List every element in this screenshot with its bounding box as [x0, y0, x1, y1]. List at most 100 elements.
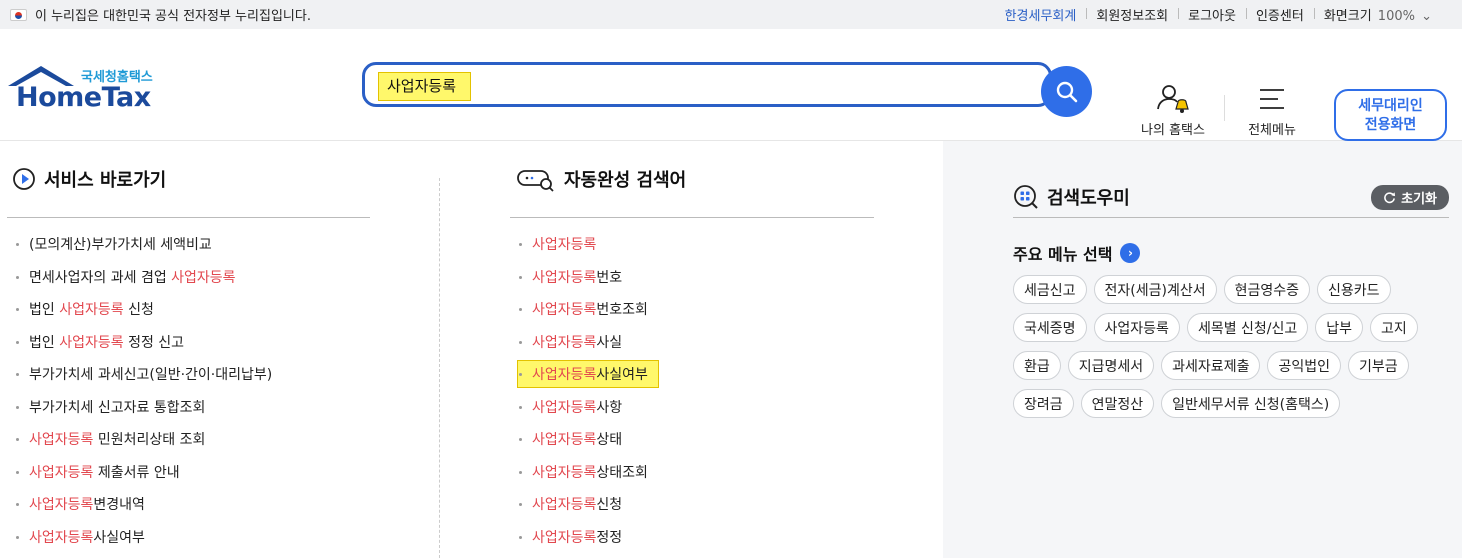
agent-label-line1: 세무대리인 [1358, 98, 1423, 114]
shortcut-text: 신청 [123, 302, 154, 319]
autocomplete-list: 사업자등록 사업자등록 번호 사업자등록 번호조회 사업자등록 사실 사업자등록 사실여부 사업자… [510, 218, 874, 553]
search-helper-title: 검색도우미 [1047, 188, 1130, 209]
link-cert-center[interactable]: 인증센터 [1245, 5, 1314, 24]
shortcut-text: 변경내역 [93, 497, 145, 514]
gov-notice-bar: 이 누리집은 대한민국 공식 전자정부 누리집입니다. 한경세무회계 회원정보조… [0, 0, 1462, 29]
keyword-highlight: 사업자등록 [532, 432, 597, 449]
shortcut-text: 민원처리상태 조회 [93, 432, 206, 449]
header-divider [1224, 95, 1225, 121]
menu-chip[interactable]: 고지 [1370, 313, 1418, 342]
site-header: 국세청홈택스 HomeTax 사업자등록 나의 홈택스 전체메뉴 세무대리인 전… [0, 29, 1462, 141]
shortcut-item[interactable]: 사업자등록 변경내역 [7, 488, 370, 521]
shortcut-text: 정정 신고 [123, 334, 185, 351]
autocomplete-item[interactable]: 사업자등록 상태 [510, 423, 874, 456]
major-menu-heading: 주요 메뉴 선택 › [1013, 241, 1141, 265]
autocomplete-item[interactable]: 사업자등록 사실여부 [510, 358, 874, 391]
reset-label: 초기화 [1401, 190, 1437, 206]
agent-label-line2: 전용화면 [1364, 117, 1417, 133]
search-button[interactable] [1041, 66, 1092, 117]
autocomplete-search-icon [517, 170, 554, 192]
all-menu-button[interactable]: 전체메뉴 [1240, 87, 1304, 138]
shortcut-text: 법인 [29, 334, 60, 351]
gov-notice-text: 이 누리집은 대한민국 공식 전자정부 누리집입니다. [35, 9, 311, 24]
autocomplete-item[interactable]: 사업자등록 상태조회 [510, 456, 874, 489]
refresh-icon [1384, 191, 1396, 203]
menu-chip[interactable]: 연말정산 [1080, 389, 1155, 418]
keyword-highlight: 사업자등록 [532, 399, 597, 416]
menu-chip[interactable]: 납부 [1315, 313, 1364, 342]
search-helper-panel: 검색도우미 초기화 주요 메뉴 선택 › 세금신고 전자(세금)계산서 현금영수증 신… [943, 141, 1462, 558]
tax-agent-screen-button[interactable]: 세무대리인 전용화면 [1334, 89, 1447, 141]
keyword-highlight: 사업자등록 [532, 269, 597, 286]
autocomplete-suffix: 번호 [596, 269, 623, 286]
autocomplete-title: 자동완성 검색어 [564, 170, 687, 191]
shortcut-item[interactable]: 법인 사업자등록 신청 [7, 293, 370, 326]
shortcut-item[interactable]: 사업자등록 민원처리상태 조회 [7, 423, 370, 456]
keyword-highlight: 사업자등록 [171, 269, 236, 286]
keyword-highlight: 사업자등록 [532, 334, 597, 351]
autocomplete-item[interactable]: 사업자등록 정정 [510, 521, 874, 554]
search-input[interactable]: 사업자등록 [362, 62, 1052, 107]
shortcut-text: 면세사업자의 과세 겸업 [29, 269, 172, 286]
shortcut-text: 법인 [29, 302, 60, 319]
shortcut-item[interactable]: 면세사업자의 과세 겸업 사업자등록 [7, 261, 370, 294]
keyword-highlight: 사업자등록 [59, 302, 124, 319]
autocomplete-suffix: 사실여부 [596, 367, 648, 384]
keyword-highlight: 사업자등록 [532, 464, 597, 481]
user-bell-icon [1157, 85, 1189, 113]
link-member-info[interactable]: 회원정보조회 [1086, 5, 1178, 24]
shortcut-item[interactable]: 부가가치세 신고자료 통합조회 [7, 391, 370, 424]
shortcut-text: (모의계산)부가가치세 세액비교 [29, 237, 212, 254]
shortcut-item[interactable]: 법인 사업자등록 정정 신고 [7, 326, 370, 359]
keyword-highlight: 사업자등록 [532, 302, 597, 319]
shortcut-text: 제출서류 안내 [93, 464, 180, 481]
menu-chip[interactable]: 현금영수증 [1223, 275, 1311, 304]
link-screen-size[interactable]: 화면크기 100% ⌄ [1313, 5, 1442, 24]
menu-chip[interactable]: 사업자등록 [1093, 313, 1180, 342]
menu-chip[interactable]: 과세자료제출 [1161, 351, 1261, 380]
menu-chip[interactable]: 국세증명 [1013, 313, 1087, 342]
chevron-down-icon: ⌄ [1416, 9, 1432, 24]
menu-chip[interactable]: 공익법인 [1267, 351, 1341, 380]
zoom-level: 100% [1377, 9, 1415, 24]
shortcut-item[interactable]: 사업자등록 제출서류 안내 [7, 456, 370, 489]
shortcut-text: 부가가치세 신고자료 통합조회 [29, 399, 206, 416]
hometax-logo[interactable]: 국세청홈택스 HomeTax [6, 62, 161, 113]
chevron-right-icon[interactable]: › [1120, 243, 1141, 263]
menu-chip[interactable]: 장려금 [1013, 389, 1074, 418]
major-menu-title: 주요 메뉴 선택 [1013, 245, 1113, 264]
reset-button[interactable]: 초기화 [1371, 184, 1449, 210]
korea-flag-icon [10, 8, 27, 21]
menu-chip[interactable]: 기부금 [1347, 351, 1409, 380]
shortcut-item[interactable]: 사업자등록 사실여부 [7, 521, 370, 554]
menu-chip[interactable]: 전자(세금)계산서 [1093, 275, 1217, 304]
shortcut-item[interactable]: 부가가치세 과세신고(일반·간이·대리납부) [7, 358, 370, 391]
autocomplete-item[interactable]: 사업자등록 번호 [510, 261, 874, 294]
autocomplete-suffix: 번호조회 [596, 302, 648, 319]
menu-chip[interactable]: 지급명세서 [1067, 351, 1155, 380]
search-query-text: 사업자등록 [378, 72, 471, 101]
menu-chip[interactable]: 일반세무서류 신청(홈택스) [1161, 389, 1341, 418]
menu-chip[interactable]: 환급 [1013, 351, 1061, 380]
keyword-highlight: 사업자등록 [29, 529, 94, 546]
link-company[interactable]: 한경세무회계 [995, 5, 1087, 24]
keyword-highlight: 사업자등록 [532, 497, 597, 514]
my-hometax-button[interactable]: 나의 홈택스 [1136, 85, 1210, 138]
autocomplete-item[interactable]: 사업자등록 번호조회 [510, 293, 874, 326]
menu-chip[interactable]: 신용카드 [1317, 275, 1391, 304]
keyword-highlight: 사업자등록 [532, 367, 597, 384]
autocomplete-item[interactable]: 사업자등록 사항 [510, 391, 874, 424]
autocomplete-suffix: 사항 [596, 399, 623, 416]
menu-chip[interactable]: 세목별 신청/신고 [1186, 313, 1309, 342]
keyword-highlight: 사업자등록 [532, 237, 597, 254]
screen-size-label: 화면크기 [1323, 9, 1372, 24]
play-circle-icon [13, 168, 35, 190]
autocomplete-item[interactable]: 사업자등록 신청 [510, 488, 874, 521]
link-logout[interactable]: 로그아웃 [1178, 5, 1246, 24]
autocomplete-suffix: 사실 [596, 334, 623, 351]
shortcut-item[interactable]: (모의계산)부가가치세 세액비교 [7, 228, 370, 261]
autocomplete-item[interactable]: 사업자등록 [510, 228, 874, 261]
menu-chip[interactable]: 세금신고 [1013, 275, 1087, 304]
autocomplete-item[interactable]: 사업자등록 사실 [510, 326, 874, 359]
all-menu-label: 전체메뉴 [1248, 123, 1296, 138]
